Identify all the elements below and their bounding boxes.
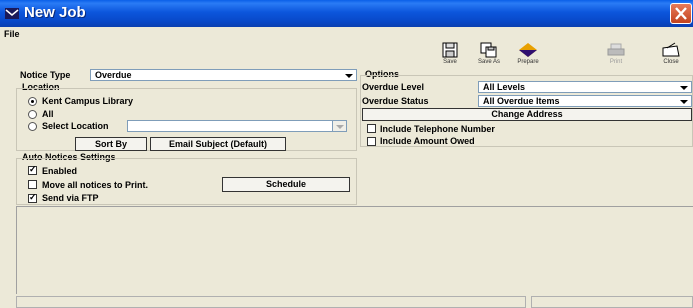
notice-type-value: Overdue bbox=[95, 70, 132, 80]
sort-by-button[interactable]: Sort By bbox=[75, 137, 147, 151]
include-phone-checkbox[interactable] bbox=[367, 124, 376, 133]
close-folder-icon bbox=[662, 42, 680, 57]
radio-kent-campus[interactable] bbox=[28, 97, 37, 106]
move-all-checkbox[interactable] bbox=[28, 180, 37, 189]
save-label: Save bbox=[443, 59, 457, 65]
chevron-down-icon bbox=[345, 74, 353, 78]
prepare-label: Prepare bbox=[517, 59, 539, 65]
email-subject-button[interactable]: Email Subject (Default) bbox=[150, 137, 286, 151]
title-bar: New Job bbox=[0, 0, 693, 27]
close-label: Close bbox=[663, 59, 679, 65]
option-kent-campus-label: Kent Campus Library bbox=[42, 96, 134, 106]
close-job-button[interactable]: Close bbox=[651, 42, 691, 68]
send-ftp-label: Send via FTP bbox=[42, 193, 99, 203]
menu-file[interactable]: File bbox=[4, 29, 20, 39]
chevron-down-icon bbox=[680, 100, 688, 104]
option-select-location-label: Select Location bbox=[42, 121, 109, 131]
change-address-button[interactable]: Change Address bbox=[362, 108, 692, 121]
enabled-label: Enabled bbox=[42, 166, 78, 176]
save-as-button[interactable]: Save As bbox=[469, 42, 509, 68]
overdue-status-value: All Overdue Items bbox=[483, 96, 560, 106]
overdue-level-select[interactable]: All Levels bbox=[478, 81, 692, 93]
radio-all[interactable] bbox=[28, 110, 37, 119]
radio-select-location[interactable] bbox=[28, 122, 37, 131]
printer-icon bbox=[607, 43, 625, 56]
window-title: New Job bbox=[24, 4, 86, 21]
chevron-down-icon bbox=[336, 125, 344, 129]
overdue-status-select[interactable]: All Overdue Items bbox=[478, 95, 692, 107]
save-as-icon bbox=[480, 42, 497, 58]
status-bar-right bbox=[531, 296, 693, 308]
save-button[interactable]: Save bbox=[430, 42, 470, 68]
window-icon bbox=[5, 8, 19, 19]
option-all-label: All bbox=[42, 109, 54, 119]
include-amount-checkbox[interactable] bbox=[367, 137, 376, 146]
select-location-dropdown[interactable] bbox=[332, 120, 347, 132]
save-as-label: Save As bbox=[477, 59, 500, 65]
print-label: Print bbox=[609, 59, 623, 65]
overdue-status-label: Overdue Status bbox=[362, 96, 429, 106]
prepare-icon bbox=[519, 43, 537, 57]
close-icon bbox=[675, 7, 687, 20]
window-close-button[interactable] bbox=[670, 3, 692, 24]
include-amount-label: Include Amount Owed bbox=[380, 136, 475, 146]
move-all-label: Move all notices to Print. bbox=[42, 180, 149, 190]
schedule-button[interactable]: Schedule bbox=[222, 177, 350, 192]
save-icon bbox=[442, 42, 458, 58]
overdue-level-value: All Levels bbox=[483, 82, 526, 92]
select-location-field[interactable] bbox=[127, 120, 347, 132]
send-ftp-checkbox[interactable] bbox=[28, 192, 37, 203]
enabled-checkbox[interactable] bbox=[28, 164, 37, 175]
prepare-button[interactable]: Prepare bbox=[508, 42, 548, 68]
notice-type-select[interactable]: Overdue bbox=[90, 69, 357, 81]
notice-type-label: Notice Type bbox=[20, 70, 71, 80]
print-button[interactable]: Print bbox=[596, 42, 636, 68]
include-phone-label: Include Telephone Number bbox=[380, 124, 495, 134]
menu-bar: File bbox=[0, 27, 693, 41]
overdue-level-label: Overdue Level bbox=[362, 82, 425, 92]
results-panel bbox=[16, 206, 693, 294]
chevron-down-icon bbox=[680, 86, 688, 90]
status-bar-left bbox=[16, 296, 526, 308]
